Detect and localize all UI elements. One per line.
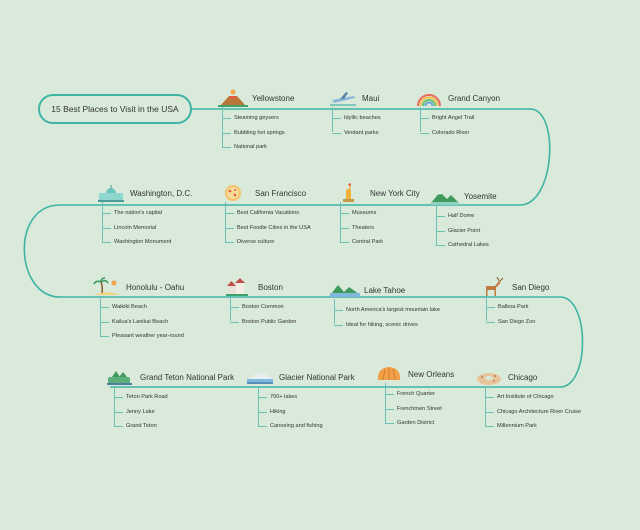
place-grand-teton: Grand Teton National Park Teton Park Roa…: [106, 367, 234, 434]
place-item: Pleasant weather year-round: [99, 329, 184, 344]
place-item: Ideal for hiking, scenic drives: [333, 318, 440, 333]
place-item: Waikiki Beach: [99, 300, 184, 315]
place-item: Kailua's Lanikai Beach: [99, 315, 184, 330]
place-item: The nation's capital: [101, 206, 192, 221]
place-name: Washington, D.C.: [130, 188, 193, 198]
place-name: Boston: [258, 282, 283, 292]
place-san-diego: San Diego Balboa Park San Diego Zoo: [478, 277, 549, 329]
place-item: Teton Park Road: [113, 390, 234, 405]
place-item: Balboa Park: [485, 300, 549, 315]
statue-of-liberty-icon: [343, 183, 354, 202]
place-item: San Diego Zoo: [485, 315, 549, 330]
place-item: Half Dome: [436, 209, 497, 224]
place-item: Boston Public Garden: [229, 315, 296, 330]
place-item: Idyllic beaches: [332, 111, 381, 126]
place-chicago: Chicago Art Institute of Chicago Chicago…: [474, 367, 581, 434]
deer-icon: [486, 277, 504, 296]
place-name: Grand Teton National Park: [140, 372, 235, 382]
place-item: Frenchmen Street: [384, 402, 454, 417]
place-item: Bubbling hot springs: [221, 126, 294, 141]
plane-island-icon: [330, 92, 356, 106]
glacier-icon: [247, 373, 273, 384]
place-boston: Boston Boston Common Boston Public Garde…: [224, 277, 296, 329]
place-san-francisco: San Francisco Best California Vacations …: [221, 183, 311, 250]
place-item: Lincoln Memorial: [101, 221, 192, 236]
place-item: Hiking: [258, 405, 355, 420]
bagel-icon: [477, 373, 501, 385]
place-name: Grand Canyon: [448, 93, 501, 103]
place-item: French Quarter: [384, 387, 454, 402]
place-name: San Diego: [512, 282, 550, 292]
shell-icon: [377, 367, 401, 381]
place-new-york-city: New York City Museums Theaters Central P…: [336, 183, 420, 250]
place-name: Yellowstone: [252, 93, 295, 103]
mountain-icon: [431, 192, 459, 205]
place-item: Steaming geysers: [221, 111, 294, 126]
place-item: Glacier Point: [436, 224, 497, 239]
place-item: Chicago Architecture River Cruise: [485, 405, 581, 420]
place-item: Colorado River: [419, 126, 500, 141]
lake-icon: [330, 285, 360, 297]
rainbow-icon: [417, 94, 441, 107]
place-item: Museums: [340, 206, 420, 221]
place-name: New Orleans: [408, 369, 455, 379]
place-name: Lake Tahoe: [364, 285, 406, 295]
place-item: Verdant parks: [332, 126, 381, 141]
place-item: Grand Teton: [113, 419, 234, 434]
place-name: New York City: [370, 188, 420, 198]
diagram-title: 15 Best Places to Visit in the USA: [38, 94, 192, 124]
place-name: Yosemite: [464, 191, 497, 201]
place-item: Cathedral Lakes: [436, 238, 497, 253]
place-name: Chicago: [508, 372, 538, 382]
town-icon: [226, 278, 248, 296]
park-icon: [107, 371, 132, 385]
place-item: North America's largest mountain lake: [333, 303, 440, 318]
place-maui: Maui Idyllic beaches Verdant parks: [328, 88, 381, 140]
place-new-orleans: New Orleans French Quarter Frenchmen Str…: [374, 364, 454, 431]
place-item: Best Foodie Cities in the USA: [225, 221, 311, 236]
palm-beach-icon: [93, 277, 120, 295]
place-item: Millennium Park: [485, 419, 581, 434]
place-item: National park: [221, 140, 294, 155]
place-item: Garden District: [384, 416, 454, 431]
place-item: Theaters: [340, 221, 420, 236]
place-item: Art Institute of Chicago: [485, 390, 581, 405]
place-name: San Francisco: [255, 188, 307, 198]
place-name: Honolulu - Oahu: [126, 282, 185, 292]
place-name: Maui: [362, 93, 380, 103]
place-lake-tahoe: Lake Tahoe North America's largest mount…: [330, 280, 440, 332]
place-glacier-national-park: Glacier National Park 700+ lakes Hiking …: [245, 367, 355, 434]
place-grand-canyon: Grand Canyon Bright Angel Trail Colorado…: [414, 88, 500, 140]
place-item: Washington Monument: [101, 235, 192, 250]
place-item: Canoeing and fishing: [258, 419, 355, 434]
place-item: Diverse culture: [225, 235, 311, 250]
place-item: Jenny Lake: [113, 405, 234, 420]
place-name: Glacier National Park: [279, 372, 355, 382]
place-item: Best California Vacations: [225, 206, 311, 221]
place-yosemite: Yosemite Half Dome Glacier Point Cathedr…: [430, 186, 497, 253]
place-item: Boston Common: [229, 300, 296, 315]
place-washington-dc: Washington, D.C. The nation's capital Li…: [96, 183, 192, 250]
place-item: Central Park: [340, 235, 420, 250]
place-yellowstone: Yellowstone Steaming geysers Bubbling ho…: [218, 88, 294, 155]
place-honolulu-oahu: Honolulu - Oahu Waikiki Beach Kailua's L…: [92, 277, 184, 344]
volcano-icon: [218, 89, 248, 107]
capitol-icon: [98, 185, 124, 202]
route-path: [23, 108, 584, 388]
place-item: 700+ lakes: [258, 390, 355, 405]
pizza-icon: [225, 185, 241, 201]
place-item: Bright Angel Trail: [419, 111, 500, 126]
